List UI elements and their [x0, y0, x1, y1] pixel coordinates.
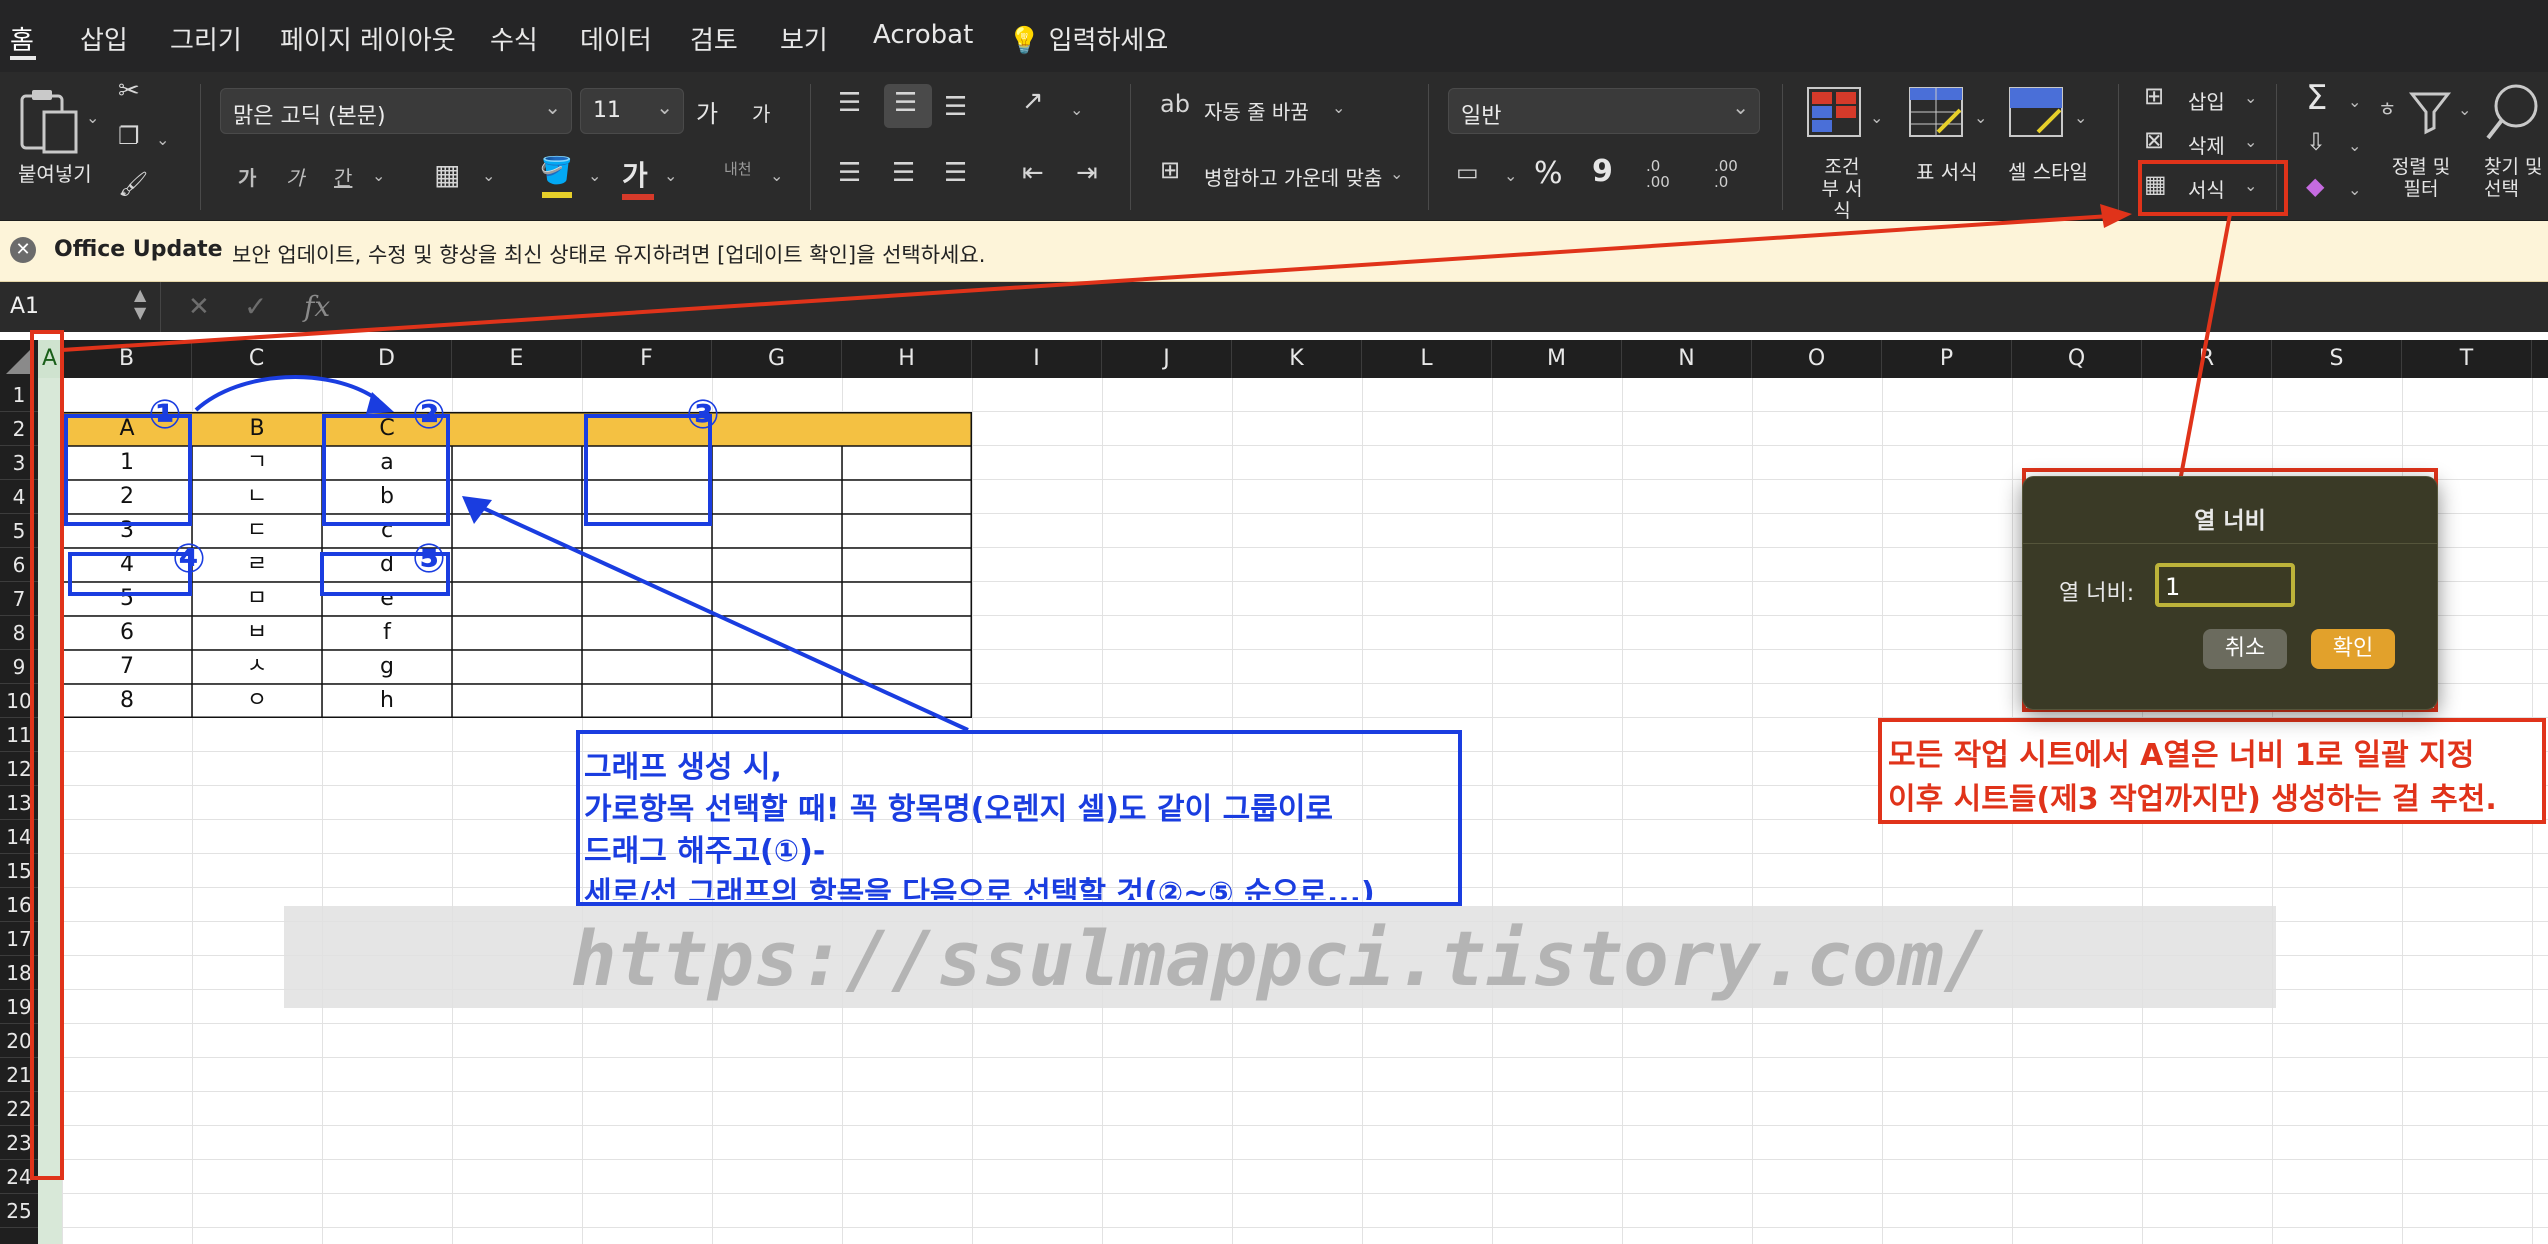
blue-note-line-3: 드래그 해주고(①)- — [584, 834, 826, 869]
column-a-highlight — [30, 330, 64, 1180]
column-width-input[interactable]: 1 — [2155, 563, 2295, 607]
blue-note-line-4: 세로/선 그래프의 항목을 다음으로 선택할 것(②~⑤ 순으로...) — [584, 876, 1375, 900]
dialog-title: 열 너비 — [2194, 508, 2266, 534]
marker-3: ③ — [686, 392, 720, 438]
marker-1: ① — [148, 392, 182, 438]
format-button-highlight — [2138, 160, 2288, 216]
column-width-label: 열 너비: — [2059, 581, 2135, 606]
marker-5: ⑤ — [412, 536, 446, 582]
arrow-to-table — [469, 500, 969, 732]
marker-4: ④ — [172, 536, 206, 582]
red-note-line-2: 이후 시트들(제3 작업까지만) 생성하는 걸 추천. — [1888, 782, 2497, 817]
arrow-1-to-2 — [194, 375, 380, 412]
marker-2: ② — [412, 392, 446, 438]
red-note-line-1: 모든 작업 시트에서 A열은 너비 1로 일괄 지정 — [1888, 738, 2475, 773]
blue-note-line-1: 그래프 생성 시, — [584, 750, 782, 785]
blue-note-line-2: 가로항목 선택할 때! 꼭 항목명(오렌지 셀)도 같이 그룹이로 — [584, 792, 1334, 827]
arrow-column-a-to-format — [61, 214, 2111, 352]
ok-button[interactable]: 확인 — [2311, 629, 2395, 669]
cancel-button[interactable]: 취소 — [2203, 629, 2287, 669]
column-width-dialog: 열 너비 열 너비: 1 취소 확인 — [2022, 476, 2438, 710]
